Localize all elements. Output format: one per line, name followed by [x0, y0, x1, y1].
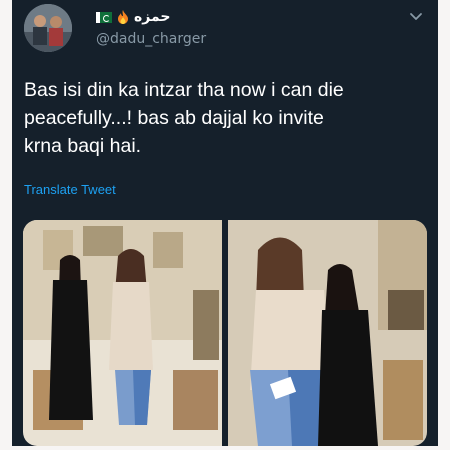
chevron-down-icon[interactable] — [408, 8, 424, 24]
pakistan-flag-icon — [96, 11, 112, 23]
media-gallery[interactable] — [23, 220, 427, 446]
tweet-text-line: krna baqi hai. — [24, 135, 142, 157]
display-name: حمزه — [134, 9, 171, 25]
user-handle[interactable]: @dadu_charger — [96, 31, 206, 47]
fire-icon — [118, 10, 128, 24]
tweet-text: Bas isi din ka intzar tha now i can die … — [24, 76, 424, 160]
tweet-text-line: Bas isi din ka intzar tha now i can die — [24, 79, 344, 101]
tweet-card: حمزه @dadu_charger Bas isi din ka intzar… — [12, 0, 438, 446]
display-name-row[interactable]: حمزه — [96, 6, 170, 28]
avatar[interactable] — [24, 4, 72, 52]
tweet-text-line: peacefully...! bas ab dajjal ko invite — [24, 107, 324, 129]
translate-tweet-link[interactable]: Translate Tweet — [24, 182, 116, 197]
photo-left[interactable] — [23, 220, 222, 446]
photo-right[interactable] — [228, 220, 427, 446]
